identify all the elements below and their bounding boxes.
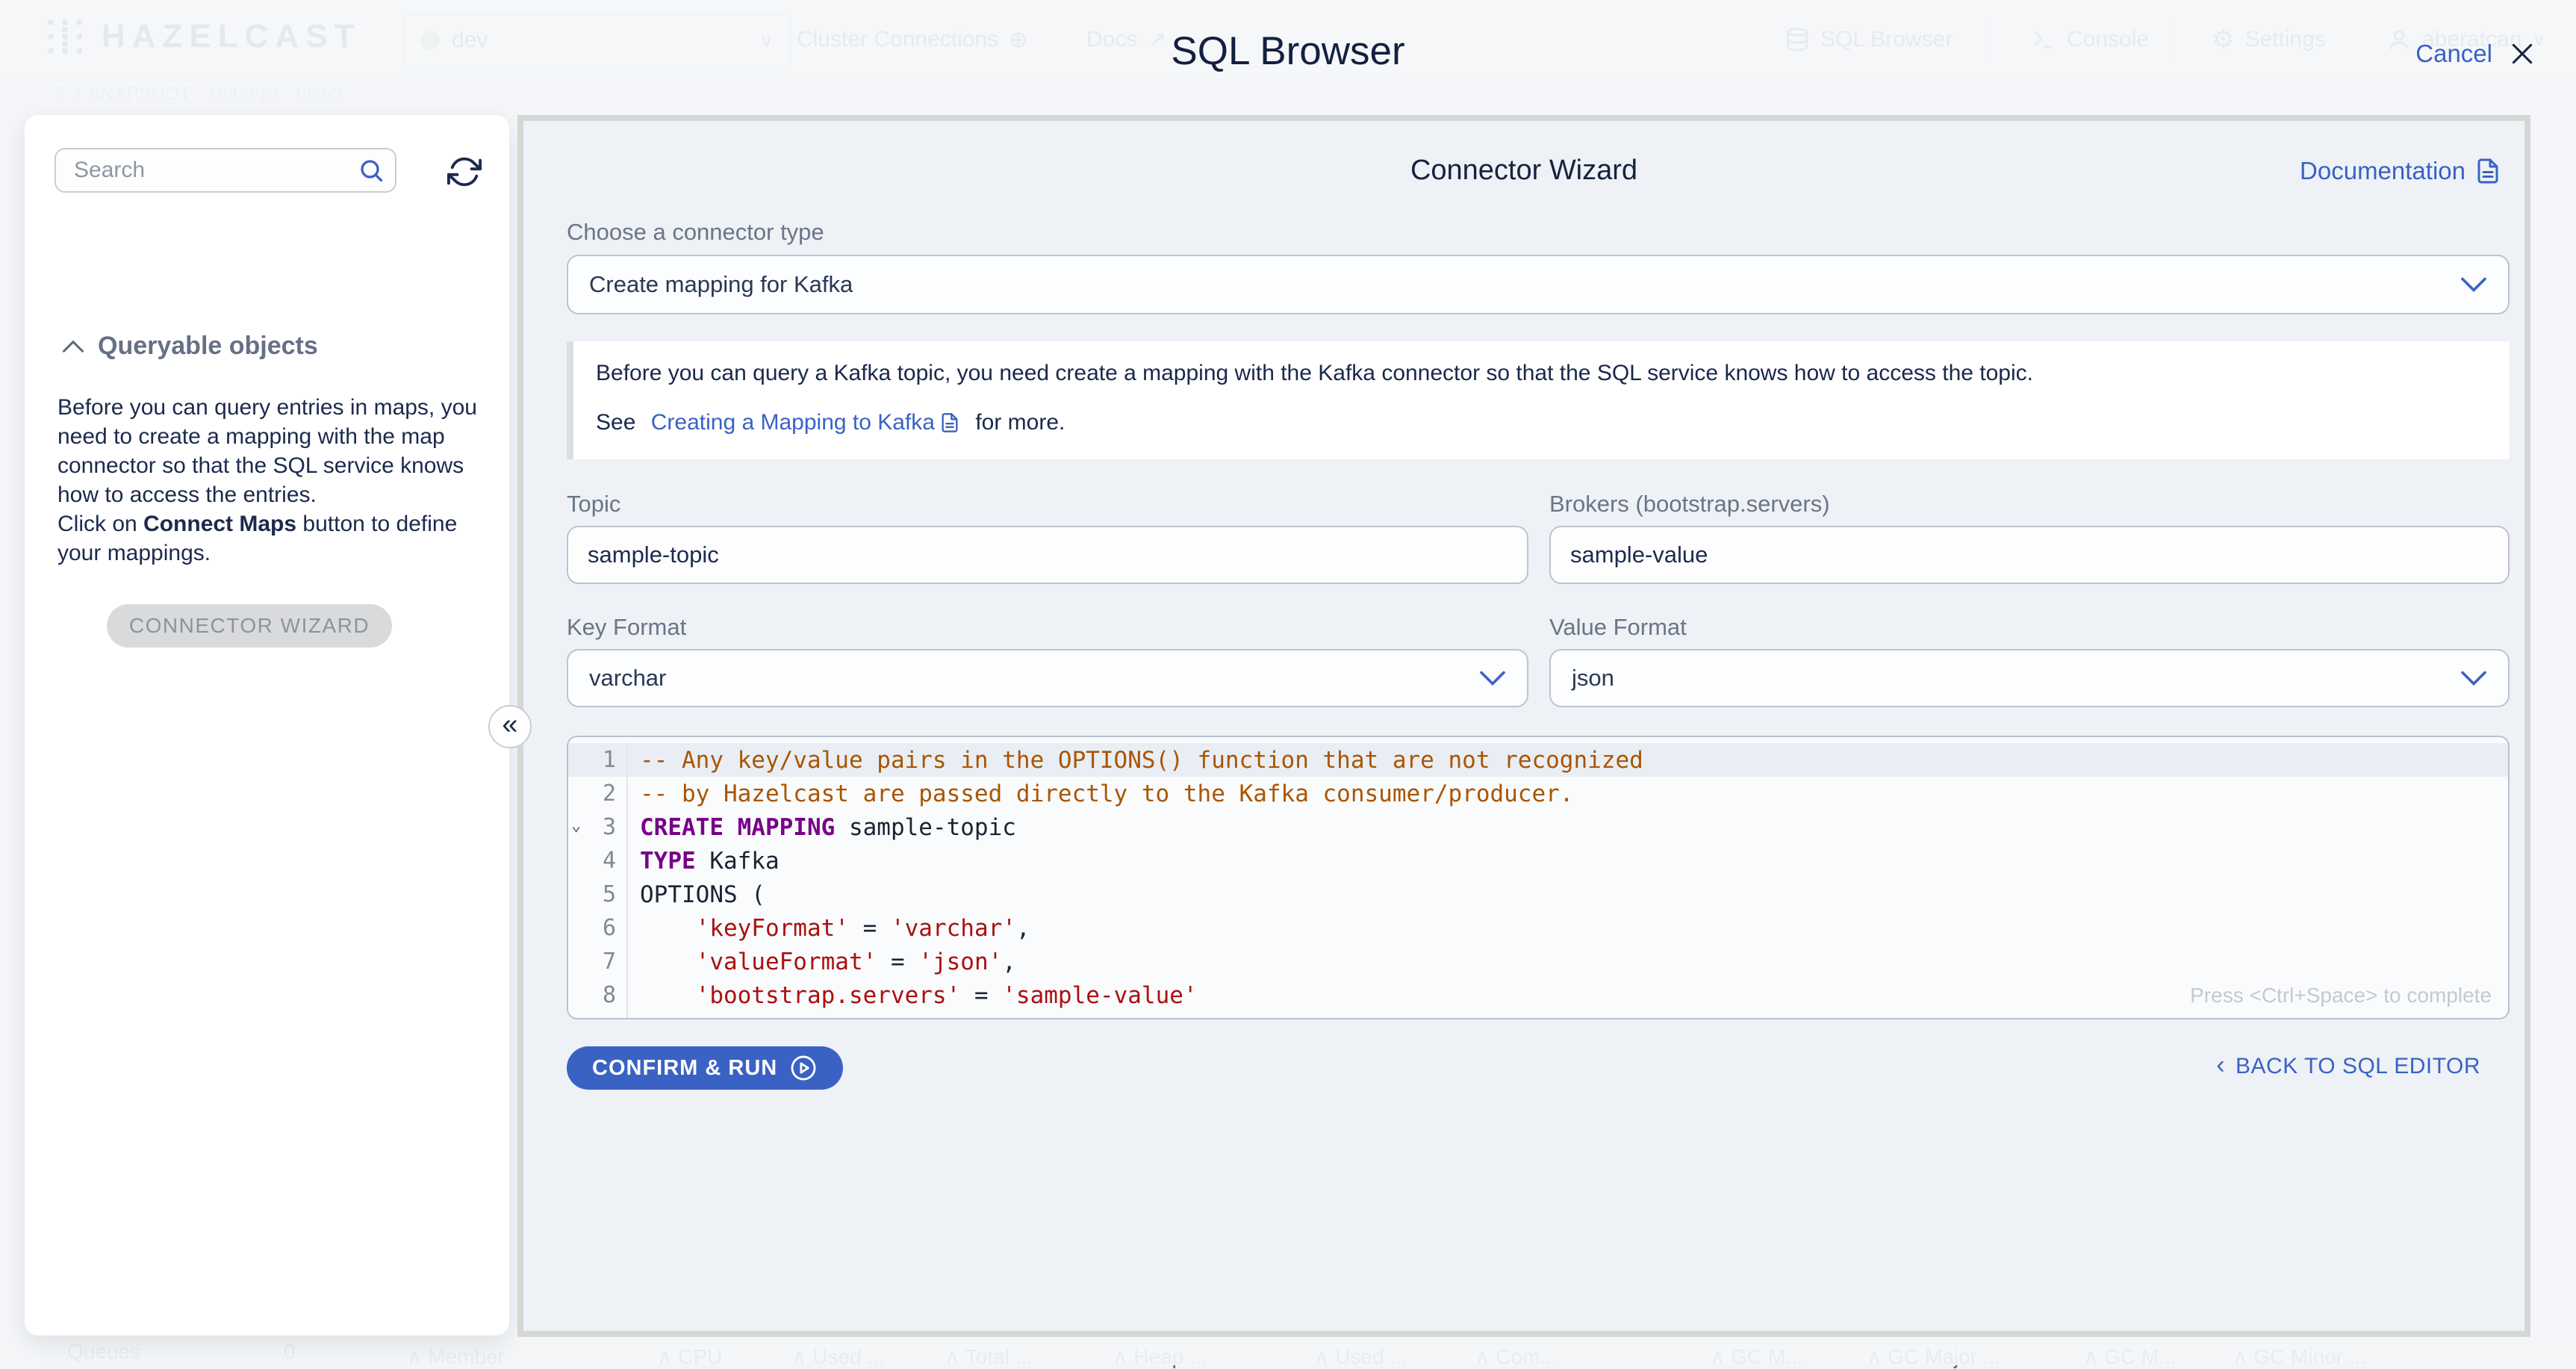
- back-link-label: BACK TO SQL EDITOR: [2236, 1054, 2480, 1079]
- code-line-text: -- by Hazelcast are passed directly to t…: [628, 780, 1573, 807]
- code-line-text: 'valueFormat' = 'json',: [628, 949, 1016, 975]
- sql-code-editor[interactable]: 1 -- Any key/value pairs in the OPTIONS()…: [567, 736, 2510, 1019]
- chevron-down-icon: [2460, 669, 2487, 687]
- back-to-sql-editor-link[interactable]: ‹ BACK TO SQL EDITOR: [2216, 1052, 2480, 1081]
- code-line[interactable]: 2 -- by Hazelcast are passed directly to …: [568, 777, 2508, 810]
- line-number-gutter: 1: [568, 743, 628, 777]
- line-number: 9: [603, 1016, 616, 1019]
- line-number-gutter: 9: [568, 1012, 628, 1019]
- page-title: SQL Browser: [0, 28, 2576, 74]
- brokers-label: Brokers (bootstrap.servers): [1549, 491, 1830, 518]
- line-number: 5: [603, 881, 616, 907]
- connector-wizard-panel: Connector Wizard Documentation Choose a …: [517, 115, 2530, 1337]
- confirm-and-run-button[interactable]: CONFIRM & RUN: [567, 1046, 843, 1090]
- queryable-objects-toggle[interactable]: Queryable objects: [62, 332, 318, 361]
- code-line-text: ): [628, 1016, 654, 1020]
- line-number-gutter: ⌄3: [568, 810, 628, 844]
- topic-input[interactable]: [567, 526, 1528, 584]
- code-line-text: 'keyFormat' = 'varchar',: [628, 915, 1030, 942]
- info-more-text: for more.: [975, 410, 1065, 435]
- info-text: Before you can query a Kafka topic, you …: [596, 361, 2033, 386]
- line-number-gutter: 2: [568, 777, 628, 810]
- queryable-objects-sidebar: Queryable objects Before you can query e…: [25, 115, 509, 1335]
- refresh-icon: [447, 155, 482, 189]
- code-line[interactable]: 7 'valueFormat' = 'json',: [568, 945, 2508, 978]
- chevron-up-icon: [62, 340, 84, 353]
- info-see-text: See: [596, 410, 635, 435]
- search-icon: [358, 157, 385, 184]
- key-format-value: varchar: [589, 665, 666, 692]
- line-number-gutter: 8: [568, 978, 628, 1012]
- wizard-title: Connector Wizard: [523, 155, 2524, 187]
- connector-type-select[interactable]: Create mapping for Kafka: [567, 255, 2510, 314]
- document-icon: [939, 412, 960, 433]
- sidebar-description: Before you can query entries in maps, yo…: [57, 393, 477, 568]
- topic-label: Topic: [567, 491, 620, 518]
- line-number-gutter: 7: [568, 945, 628, 978]
- chevron-down-icon: [1479, 669, 1506, 687]
- code-line-text: -- Any key/value pairs in the OPTIONS() …: [628, 747, 1643, 774]
- line-number: 6: [603, 915, 616, 941]
- connector-type-value: Create mapping for Kafka: [589, 271, 853, 298]
- documentation-link[interactable]: Documentation: [2300, 157, 2501, 185]
- code-lines: 1 -- Any key/value pairs in the OPTIONS()…: [568, 743, 2508, 1019]
- code-line[interactable]: 9): [568, 1012, 2508, 1019]
- cancel-button[interactable]: Cancel: [2415, 40, 2492, 68]
- kafka-info-box: Before you can query a Kafka topic, you …: [567, 341, 2510, 459]
- document-icon: [2474, 158, 2501, 184]
- line-number-gutter: 6: [568, 911, 628, 945]
- value-format-select[interactable]: json: [1549, 649, 2510, 707]
- fold-marker-icon[interactable]: ⌄: [571, 816, 581, 835]
- line-number: 3: [603, 814, 616, 840]
- play-circle-icon: [789, 1054, 818, 1082]
- autocomplete-hint: Press <Ctrl+Space> to complete: [2190, 984, 2492, 1008]
- key-format-label: Key Format: [567, 614, 686, 641]
- code-line[interactable]: 5 OPTIONS (: [568, 878, 2508, 911]
- code-line-text: TYPE Kafka: [628, 848, 780, 875]
- line-number: 1: [603, 747, 616, 773]
- line-number: 2: [603, 780, 616, 807]
- connector-type-label: Choose a connector type: [567, 219, 824, 246]
- key-format-select[interactable]: varchar: [567, 649, 1528, 707]
- line-number-gutter: 5: [568, 878, 628, 911]
- value-format-label: Value Format: [1549, 614, 1687, 641]
- value-format-value: json: [1572, 665, 1614, 692]
- code-line-text: 'bootstrap.servers' = 'sample-value': [628, 982, 1198, 1009]
- connect-maps-emphasis: Connect Maps: [143, 512, 296, 536]
- line-number: 4: [603, 848, 616, 874]
- code-line[interactable]: 4 TYPE Kafka: [568, 844, 2508, 878]
- connector-wizard-button[interactable]: CONNECTOR WIZARD: [107, 604, 392, 648]
- confirm-button-label: CONFIRM & RUN: [592, 1056, 777, 1081]
- chevron-down-icon: [2460, 276, 2487, 294]
- kafka-mapping-doc-link[interactable]: Creating a Mapping to Kafka: [651, 410, 935, 435]
- line-number: 7: [603, 949, 616, 975]
- brokers-input[interactable]: [1549, 526, 2510, 584]
- code-line-text: OPTIONS (: [628, 881, 765, 908]
- code-line[interactable]: 6 'keyFormat' = 'varchar',: [568, 911, 2508, 945]
- chevron-left-icon: ‹: [2216, 1052, 2225, 1081]
- search-input[interactable]: [55, 148, 396, 193]
- double-chevron-left-icon: «: [502, 710, 517, 739]
- line-number: 8: [603, 982, 616, 1008]
- close-icon[interactable]: [2507, 39, 2537, 69]
- code-line[interactable]: 1 -- Any key/value pairs in the OPTIONS()…: [568, 743, 2508, 777]
- sidebar-section-title: Queryable objects: [98, 332, 318, 361]
- refresh-button[interactable]: [445, 152, 484, 191]
- sidebar-collapse-button[interactable]: «: [488, 705, 532, 748]
- line-number-gutter: 4: [568, 844, 628, 878]
- code-line-text: CREATE MAPPING sample-topic: [628, 814, 1016, 841]
- code-line[interactable]: ⌄3CREATE MAPPING sample-topic: [568, 810, 2508, 844]
